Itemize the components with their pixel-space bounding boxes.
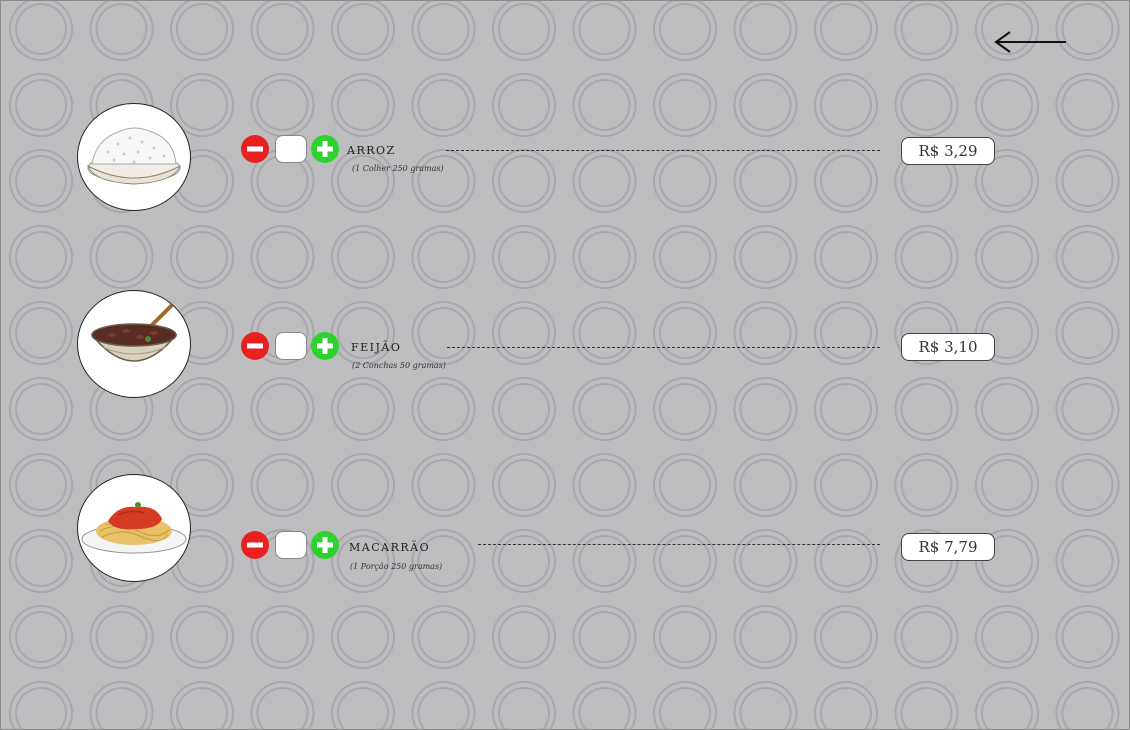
dotted-leader xyxy=(478,544,880,545)
price-tag: R$ 7,79 xyxy=(901,533,995,561)
item-name: ARROZ xyxy=(347,140,396,158)
quantity-field[interactable] xyxy=(275,135,307,163)
item-description: (2 Conchas 50 gramas) xyxy=(352,361,446,370)
item-description: (1 Porção 250 gramas) xyxy=(350,562,443,571)
price-tag: R$ 3,10 xyxy=(901,333,995,361)
decrease-quantity-button[interactable] xyxy=(241,531,269,559)
menu-item-arroz: ARROZ (1 Colher 250 gramas) R$ 3,29 xyxy=(0,100,1130,220)
menu-item-macarrao: MACARRÃO (1 Porção 250 gramas) R$ 7,79 xyxy=(0,472,1130,592)
dotted-leader xyxy=(446,150,880,151)
price-tag: R$ 3,29 xyxy=(901,137,995,165)
quantity-field[interactable] xyxy=(275,332,307,360)
back-arrow-icon[interactable] xyxy=(990,28,1070,56)
increase-quantity-button[interactable] xyxy=(311,332,339,360)
spaghetti-plate-icon xyxy=(77,474,191,582)
increase-quantity-button[interactable] xyxy=(311,531,339,559)
decrease-quantity-button[interactable] xyxy=(241,332,269,360)
dotted-leader xyxy=(447,347,880,348)
beans-bowl-icon xyxy=(77,290,191,398)
decrease-quantity-button[interactable] xyxy=(241,135,269,163)
increase-quantity-button[interactable] xyxy=(311,135,339,163)
rice-bowl-icon xyxy=(77,103,191,211)
quantity-field[interactable] xyxy=(275,531,307,559)
menu-item-feijao: FEIJÃO (2 Conchas 50 gramas) R$ 3,10 xyxy=(0,288,1130,408)
item-name: FEIJÃO xyxy=(351,337,402,355)
item-description: (1 Colher 250 gramas) xyxy=(352,164,444,173)
item-name: MACARRÃO xyxy=(349,537,431,555)
